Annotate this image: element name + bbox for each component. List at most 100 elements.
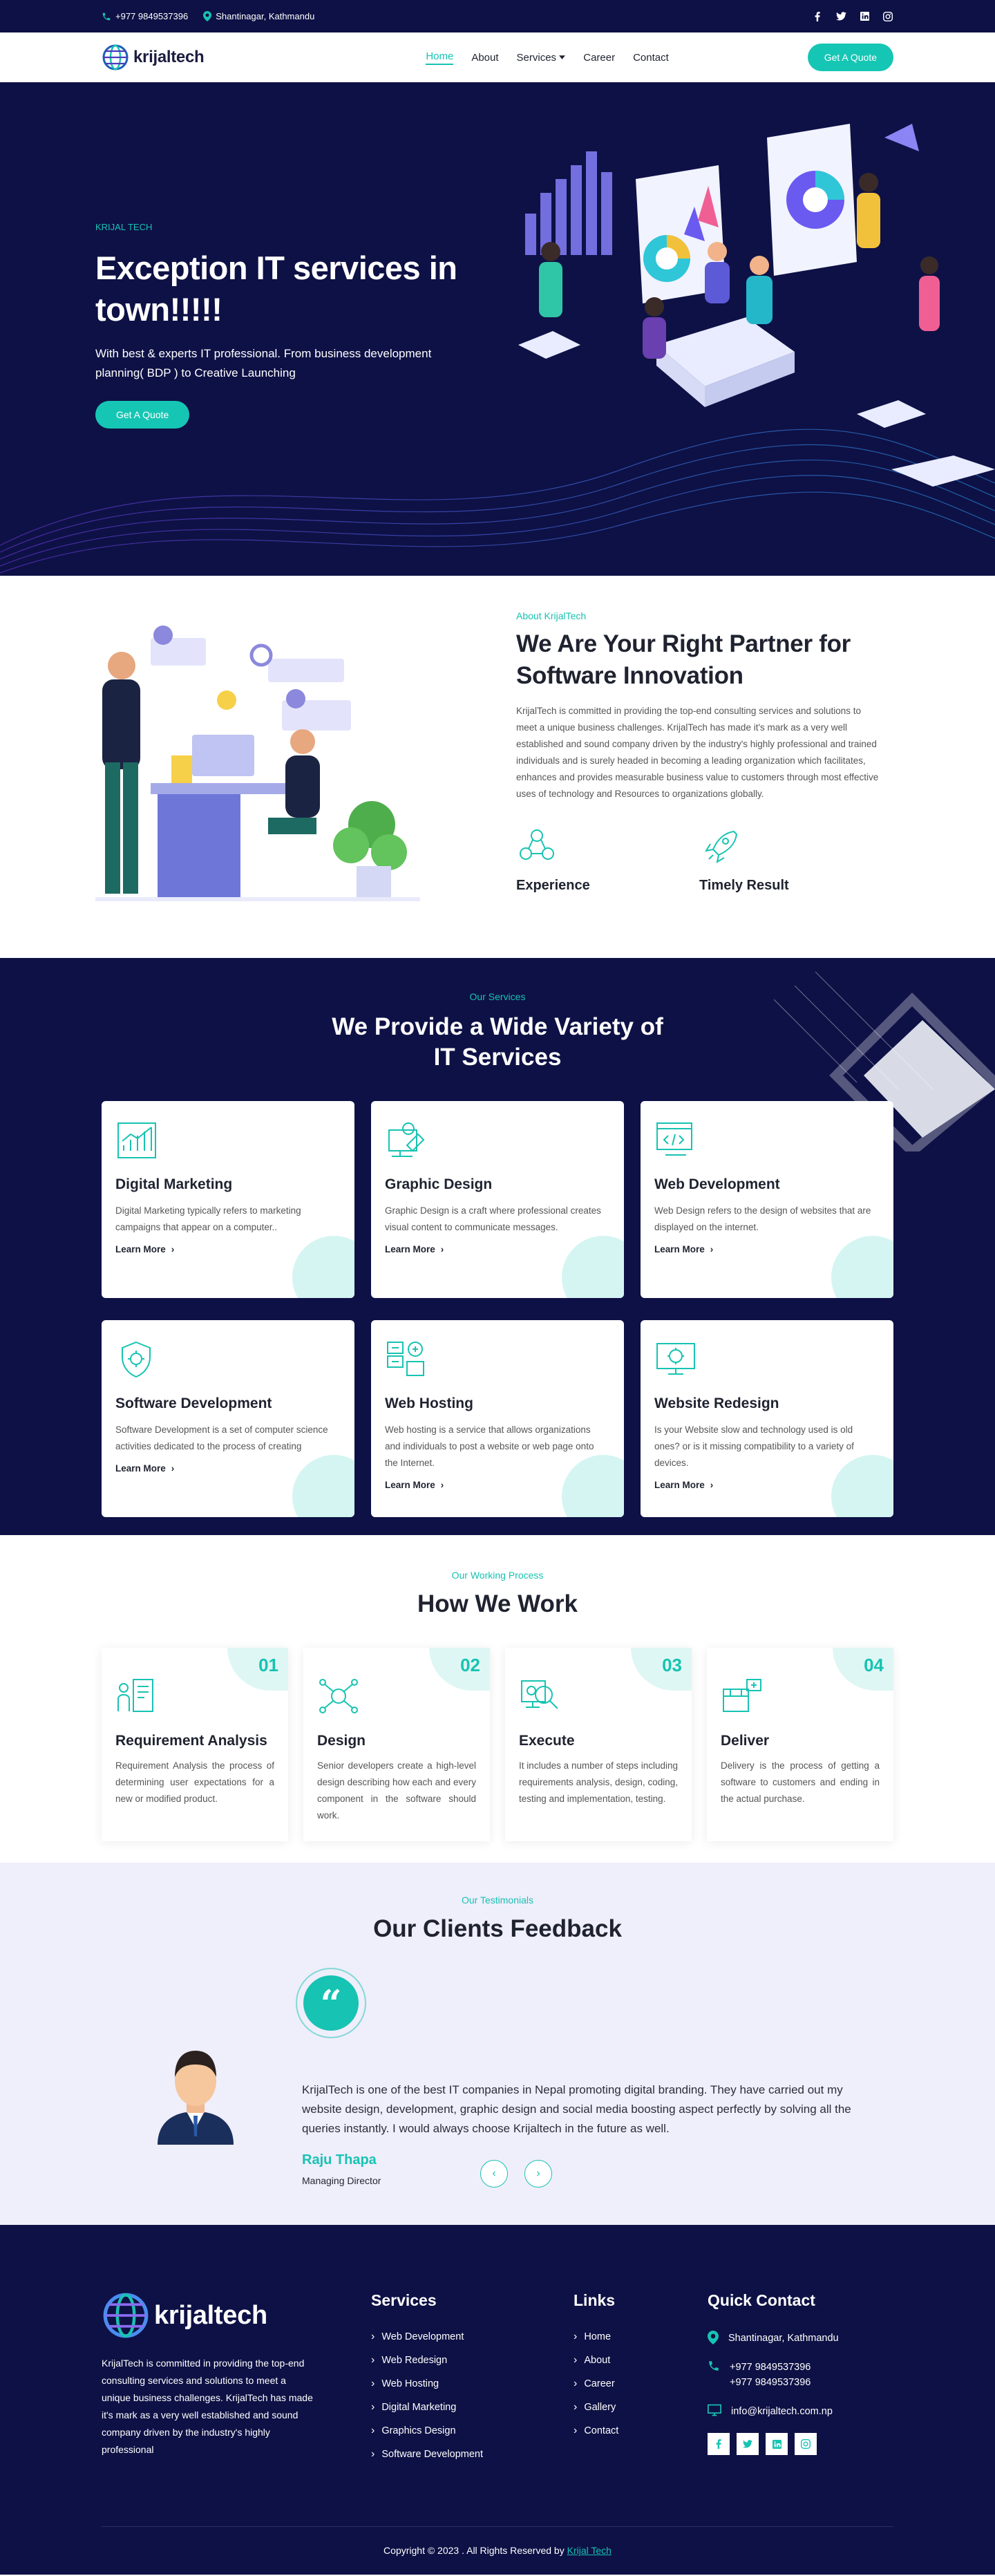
service-card[interactable]: Software Development Software Developmen… [102,1320,354,1517]
process-eyebrow: Our Working Process [451,1570,544,1581]
services-title-line2: IT Services [433,1044,562,1071]
footer-link[interactable]: Contact [574,2425,618,2437]
learn-more-link[interactable]: Learn More › [385,1244,444,1254]
process-step: 03 Execute It includes a number of steps… [505,1648,692,1841]
footer-phone1: +977 9849537396 [730,2362,811,2373]
step-title: Design [317,1733,366,1749]
nav-menu: Home About Services Career Contact [343,50,669,65]
footer-services: Services Web Development Web Redesign We… [371,2291,483,2472]
service-card[interactable]: Web Hosting Web hosting is a service tha… [371,1320,624,1517]
learn-more-link[interactable]: Learn More › [115,1463,174,1474]
twitter-icon[interactable] [737,2433,759,2455]
step-number: 01 [227,1648,288,1691]
instagram-icon[interactable] [795,2433,817,2455]
testimonials-section: Our Testimonials Our Clients Feedback “ … [0,1863,995,2225]
twitter-icon[interactable] [835,11,846,22]
services-title-line1: We Provide a Wide Variety of [332,1013,663,1040]
chevron-right-icon: › [710,1480,714,1490]
step-number: 03 [631,1648,692,1691]
phone-icon [709,2361,719,2371]
learn-more-label: Learn More [654,1480,705,1490]
top-bar: +977 9849537396 Shantinagar, Kathmandu [0,0,995,32]
nav-about[interactable]: About [471,50,498,65]
footer-service-link[interactable]: Web Redesign [371,2354,483,2367]
process-title: How We Work [417,1590,578,1617]
footer-service-link[interactable]: Graphics Design [371,2425,483,2437]
learn-more-link[interactable]: Learn More › [115,1244,174,1254]
location-icon [203,11,212,21]
card-decoration [292,1236,354,1298]
main-nav: krijaltech Home About Services Career Co… [0,32,995,82]
facebook-icon[interactable] [708,2433,730,2455]
learn-more-link[interactable]: Learn More › [654,1244,713,1254]
footer-link[interactable]: Home [574,2331,618,2343]
chevron-right-icon: › [440,1480,444,1490]
about-section: About KrijalTech We Are Your Right Partn… [0,576,995,958]
footer-service-link[interactable]: Software Development [371,2448,483,2461]
about-features: Experience Timely Result [516,826,882,894]
chevron-right-icon: › [171,1463,175,1474]
footer-contact: Quick Contact Shantinagar, Kathmandu +97… [708,2291,839,2455]
footer-service-link[interactable]: Web Development [371,2331,483,2343]
nav-career[interactable]: Career [583,50,615,65]
testimonials-eyebrow: Our Testimonials [461,1895,533,1906]
footer-address: Shantinagar, Kathmandu [708,2331,839,2346]
footer-email[interactable]: info@krijaltech.com.np [708,2404,839,2419]
process-step: 01 Requirement Analysis Requirement Anal… [102,1648,288,1841]
footer-logo[interactable]: krijaltech [102,2291,316,2340]
feature-experience: Experience [516,826,699,894]
feature-timely-title: Timely Result [699,878,789,893]
linkedin-icon[interactable] [766,2433,788,2455]
footer-phones[interactable]: +977 9849537396 +977 9849537396 [708,2360,839,2390]
code-icon [656,1122,692,1156]
footer-service-link[interactable]: Web Hosting [371,2378,483,2390]
facebook-icon[interactable] [812,11,823,22]
process-step: 02 Design Senior developers create a hig… [303,1648,490,1841]
monitor-gear-icon [656,1343,695,1375]
linkedin-icon[interactable] [859,11,870,22]
learn-more-label: Learn More [654,1244,705,1254]
nav-contact[interactable]: Contact [633,50,669,65]
hero-illustration [518,124,995,487]
service-card[interactable]: Graphic Design Graphic Design is a craft… [371,1101,624,1298]
topbar-location: Shantinagar, Kathmandu [203,11,314,21]
footer-about: krijaltech KrijalTech is committed in pr… [102,2291,316,2459]
site-logo[interactable]: krijaltech [102,44,205,71]
prev-arrow-icon[interactable]: ‹ [480,2160,508,2188]
copyright-link[interactable]: Krijal Tech [567,2545,612,2556]
testimonial-role: Managing Director [302,2175,381,2186]
nav-home[interactable]: Home [426,50,454,65]
feature-timely: Timely Result [699,826,882,894]
step-title: Execute [519,1733,575,1749]
learn-more-link[interactable]: Learn More › [385,1480,444,1490]
learn-more-label: Learn More [385,1244,435,1254]
nav-services[interactable]: Services [517,50,566,65]
footer-link[interactable]: Career [574,2378,618,2390]
process-steps: 01 Requirement Analysis Requirement Anal… [102,1648,893,1841]
service-card[interactable]: Website Redesign Is your Website slow an… [641,1320,893,1517]
service-card[interactable]: Digital Marketing Digital Marketing typi… [102,1101,354,1298]
shield-gear-icon [122,1341,151,1378]
service-card[interactable]: Web Development Web Design refers to the… [641,1101,893,1298]
service-title: Web Hosting [385,1395,473,1411]
step-number: 02 [429,1648,490,1691]
learn-more-label: Learn More [115,1244,166,1254]
nav-quote-button[interactable]: Get A Quote [807,44,893,71]
network-icon [520,829,554,860]
next-arrow-icon[interactable]: › [524,2160,552,2188]
instagram-icon[interactable] [882,11,893,22]
topbar-phone-text: +977 9849537396 [115,11,189,21]
service-title: Digital Marketing [115,1176,233,1192]
step-text: Delivery is the process of getting a sof… [721,1760,880,1804]
footer-link[interactable]: Gallery [574,2401,618,2414]
service-text: Web Design refers to the design of websi… [654,1205,871,1232]
process-section: Our Working Process How We Work 01 Requi… [0,1535,995,1863]
hero-text: KRIJAL TECH Exception IT services in tow… [95,222,482,429]
hero-quote-button[interactable]: Get A Quote [95,401,190,429]
footer-service-link[interactable]: Digital Marketing [371,2401,483,2414]
card-decoration [831,1236,893,1298]
learn-more-link[interactable]: Learn More › [654,1480,713,1490]
topbar-phone[interactable]: +977 9849537396 [102,11,188,21]
footer-link[interactable]: About [574,2354,618,2367]
process-step: 04 Deliver Delivery is the process of ge… [707,1648,893,1841]
